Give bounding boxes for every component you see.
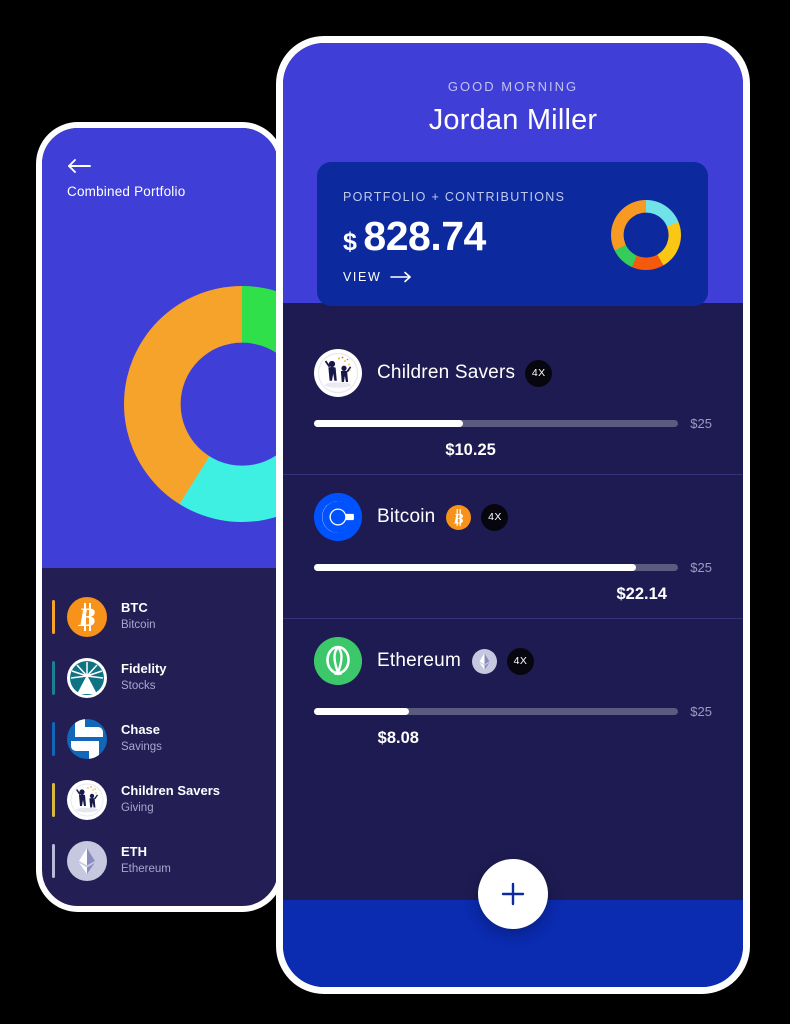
legend-accent-bar xyxy=(52,843,55,878)
asset-row-bitcoin[interactable]: Bitcoin B 4X $25 $22.14 xyxy=(283,474,743,618)
progress-bar-track[interactable] xyxy=(314,708,679,715)
coinbase-icon xyxy=(314,493,362,541)
legend-item-fidelity[interactable]: Fidelity Stocks xyxy=(42,647,278,708)
progress-max-label: $25 xyxy=(690,416,712,431)
children-savers-icon xyxy=(67,779,107,820)
asset-row-header: Bitcoin B 4X xyxy=(283,493,743,541)
progress-bar-track[interactable] xyxy=(314,564,679,571)
asset-row-header: Ethereum 4X xyxy=(283,637,743,685)
progress-value-row: $22.14 xyxy=(283,585,743,604)
back-phone-title: Combined Portfolio xyxy=(67,184,186,199)
legend-item-name: Fidelity xyxy=(121,661,167,677)
asset-row-header: Children Savers 4X xyxy=(283,349,743,397)
asset-name: Ethereum xyxy=(377,650,461,671)
asset-name: Bitcoin xyxy=(377,506,436,527)
legend-item-sub: Ethereum xyxy=(121,863,171,876)
asset-row-children-savers[interactable]: Children Savers 4X $25 $10.25 xyxy=(283,331,743,474)
legend-accent-bar xyxy=(52,660,55,695)
ethereum-icon xyxy=(471,648,497,674)
greeting-text: GOOD MORNING xyxy=(447,79,579,94)
progress-bar-track[interactable] xyxy=(314,420,679,427)
amount-value: 828.74 xyxy=(363,213,486,259)
legend-item-sub: Giving xyxy=(121,802,154,815)
add-button[interactable] xyxy=(478,859,548,929)
bitcoin-icon: B xyxy=(67,596,107,637)
progress-bar-fill xyxy=(314,564,637,571)
legend-accent-bar xyxy=(52,782,55,817)
portfolio-allocation-donut xyxy=(611,200,681,270)
multiplier-badge: 4X xyxy=(506,647,534,675)
plus-icon xyxy=(499,880,527,908)
legend-item-chase[interactable]: Chase Savings xyxy=(42,708,278,769)
asset-value: $22.14 xyxy=(616,585,667,603)
asset-value: $8.08 xyxy=(377,729,419,747)
ethereum-icon xyxy=(67,840,107,881)
bitcoin-icon: B xyxy=(446,504,472,530)
background-phone: Combined Portfolio B BTC Bitcoin Fidelit… xyxy=(36,122,284,912)
asset-name: Children Savers xyxy=(377,362,516,383)
progress-bar-row: $25 xyxy=(283,560,743,575)
foreground-phone: GOOD MORNING Jordan Miller PORTFOLIO + C… xyxy=(276,36,750,994)
progress-bar-fill xyxy=(314,420,464,427)
legend-item-name: BTC xyxy=(121,600,148,616)
view-portfolio-link[interactable]: VIEW xyxy=(343,270,682,284)
legend-accent-bar xyxy=(52,599,55,634)
progress-bar-fill xyxy=(314,708,409,715)
user-name: Jordan Miller xyxy=(428,104,598,136)
legend-item-name: ETH xyxy=(121,844,147,860)
fidelity-icon xyxy=(67,657,107,698)
currency-symbol: $ xyxy=(343,228,357,256)
children-savers-icon xyxy=(314,349,362,397)
legend-item-children-savers[interactable]: Children Savers Giving xyxy=(42,769,278,830)
progress-bar-row: $25 xyxy=(283,704,743,719)
legend-accent-bar xyxy=(52,721,55,756)
legend-item-sub: Bitcoin xyxy=(121,619,156,632)
okx-green-icon xyxy=(314,637,362,685)
progress-bar-row: $25 xyxy=(283,416,743,431)
progress-max-label: $25 xyxy=(690,560,712,575)
screenshot-stage: Combined Portfolio B BTC Bitcoin Fidelit… xyxy=(0,0,790,1024)
progress-value-row: $10.25 xyxy=(283,441,743,460)
progress-value-row: $8.08 xyxy=(283,729,743,748)
legend-item-btc[interactable]: B BTC Bitcoin xyxy=(42,586,278,647)
legend-item-name: Chase xyxy=(121,722,161,738)
legend-item-sub: Savings xyxy=(121,741,162,754)
portfolio-legend: B BTC Bitcoin Fidelity Stocks Chase Savi… xyxy=(42,568,278,891)
view-label: VIEW xyxy=(343,270,382,284)
legend-item-eth[interactable]: ETH Ethereum xyxy=(42,830,278,891)
back-button[interactable] xyxy=(66,156,92,176)
chase-icon xyxy=(67,718,107,759)
asset-value: $10.25 xyxy=(445,441,496,459)
svg-text:B: B xyxy=(453,511,464,527)
asset-list: Children Savers 4X $25 $10.25 Bitcoin B … xyxy=(283,331,743,762)
progress-max-label: $25 xyxy=(690,704,712,719)
legend-item-sub: Stocks xyxy=(121,680,156,693)
svg-text:B: B xyxy=(77,603,95,632)
arrow-right-icon xyxy=(390,271,412,283)
legend-item-name: Children Savers xyxy=(121,783,220,799)
multiplier-badge: 4X xyxy=(481,503,509,531)
multiplier-badge: 4X xyxy=(525,359,553,387)
portfolio-summary-card[interactable]: PORTFOLIO + CONTRIBUTIONS $ 828.74 VIEW xyxy=(317,162,708,306)
asset-row-ethereum[interactable]: Ethereum 4X $25 $8.08 xyxy=(283,618,743,762)
